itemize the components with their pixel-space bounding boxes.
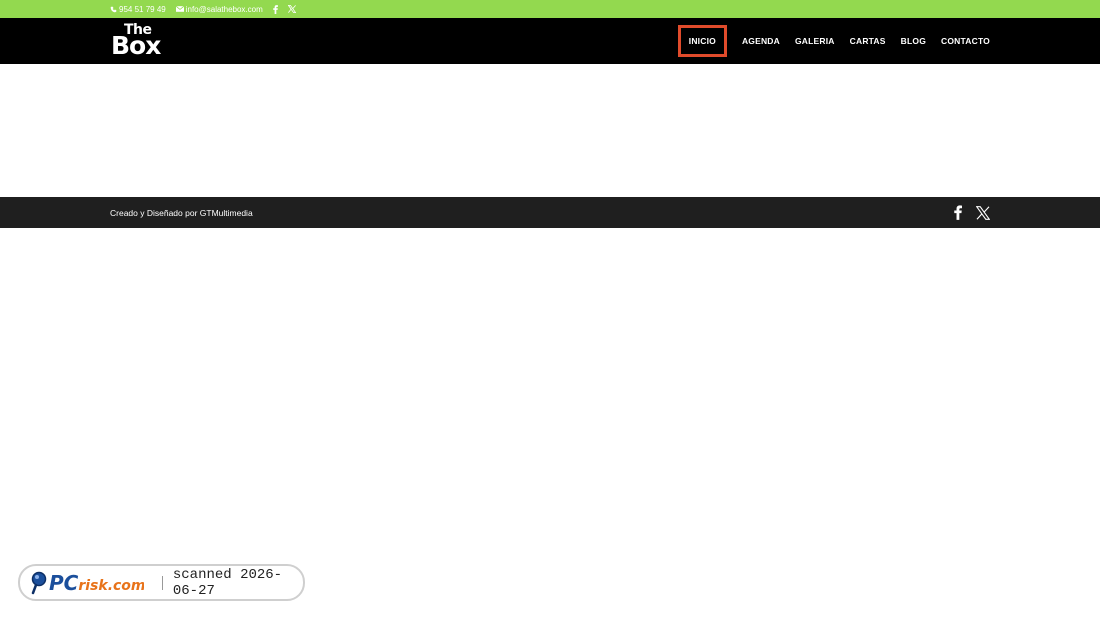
scan-date-text: scanned 2026-06-27 bbox=[172, 566, 283, 599]
email-info[interactable]: info@salathebox.com bbox=[175, 4, 263, 14]
nav-item-agenda[interactable]: AGENDA bbox=[742, 36, 780, 46]
facebook-icon bbox=[272, 4, 278, 14]
nav-item-inicio[interactable]: INICIO bbox=[677, 25, 727, 57]
top-info-bar: 954 51 79 49 info@salathebox.com bbox=[0, 0, 1100, 18]
email-address: info@salathebox.com bbox=[185, 4, 263, 14]
topbar-x-link[interactable] bbox=[287, 5, 296, 13]
facebook-icon bbox=[954, 205, 962, 220]
logo-bottom-text: Box bbox=[111, 31, 161, 60]
site-footer: Creado y Diseñado por GTMultimedia bbox=[0, 197, 1100, 228]
scan-watermark-badge: PCrisk.com scanned 2026-06-27 bbox=[18, 564, 305, 601]
footer-facebook-link[interactable] bbox=[954, 205, 962, 220]
phone-number: 954 51 79 49 bbox=[119, 4, 166, 14]
x-icon bbox=[976, 205, 990, 220]
nav-item-cartas[interactable]: CARTAS bbox=[850, 36, 886, 46]
footer-credit: Creado y Diseñado por GTMultimedia bbox=[110, 207, 253, 218]
topbar-facebook-link[interactable] bbox=[272, 4, 278, 14]
footer-social bbox=[940, 197, 990, 228]
nav-item-blog[interactable]: BLOG bbox=[901, 36, 926, 46]
main-nav: INICIO AGENDA GALERIA CARTAS BLOG CONTAC… bbox=[677, 18, 990, 64]
pcrisk-brand-text: PCrisk.com bbox=[49, 571, 144, 595]
nav-item-galeria[interactable]: GALERIA bbox=[795, 36, 835, 46]
svg-text:PCrisk.com: PCrisk.com bbox=[49, 571, 144, 595]
site-logo[interactable]: The Box bbox=[110, 22, 174, 60]
phone-info[interactable]: 954 51 79 49 bbox=[110, 5, 166, 14]
phone-icon bbox=[110, 6, 117, 12]
magnifier-icon bbox=[31, 571, 47, 594]
x-icon bbox=[287, 5, 296, 13]
nav-item-contacto[interactable]: CONTACTO bbox=[941, 36, 990, 46]
footer-x-link[interactable] bbox=[976, 205, 990, 220]
pcrisk-logo: PCrisk.com bbox=[30, 569, 144, 597]
badge-separator bbox=[162, 575, 163, 590]
email-icon bbox=[175, 6, 184, 12]
site-header: The Box INICIO AGENDA GALERIA CARTAS BLO… bbox=[0, 18, 1100, 64]
